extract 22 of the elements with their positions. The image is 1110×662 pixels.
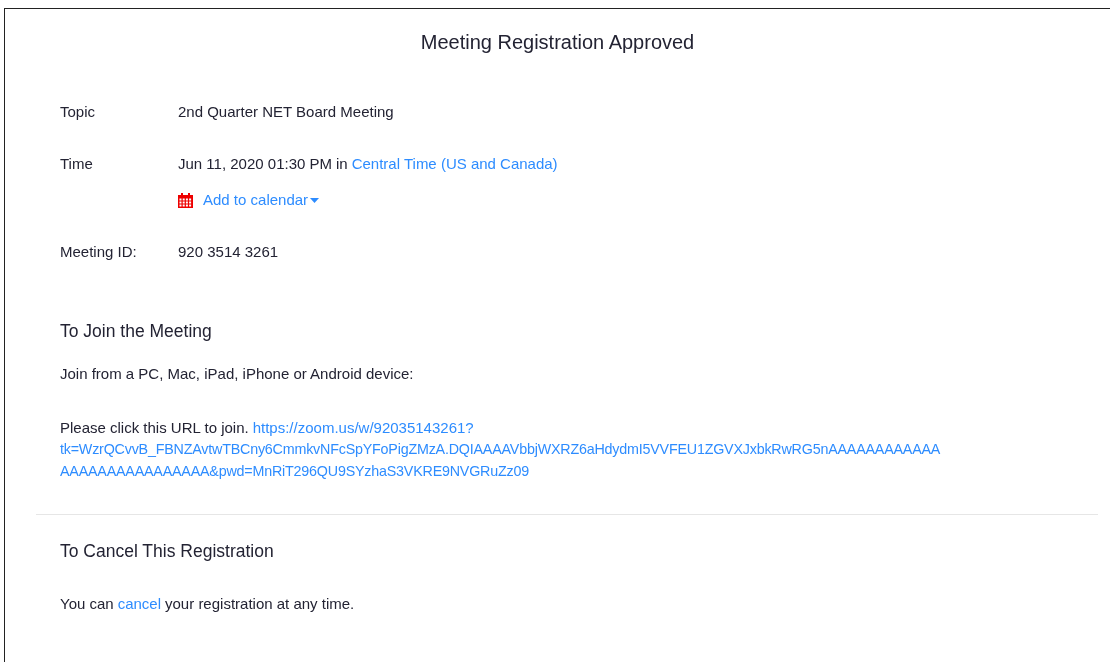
section-heading: To Cancel This Registration — [60, 540, 275, 563]
field-value: 2nd Quarter NET Board Meeting — [178, 102, 394, 122]
cancel-text: You can — [60, 594, 114, 614]
field-label: Meeting ID: — [60, 242, 138, 262]
caret-icon — [310, 197, 320, 203]
cancel-link[interactable]: cancel — [117, 593, 162, 615]
field-value: 920 3514 3261 — [178, 242, 279, 262]
instruction-text: Please click this URL to join. — [60, 418, 249, 438]
connector-text: in — [336, 154, 348, 174]
field-label: Time — [60, 154, 94, 174]
join-url-link[interactable]: tk=WzrQCvvB_FBNZAvtwTBCny6CmmkvNFcSpYFoPigZMzA.DQIAAAAVbbjWXRZ6aHdydmI5VVFEU1ZGVXJxbkRwRG5nAAAAAAAAAAAA — [60, 441, 941, 457]
timezone-link[interactable]: Central Time (US and Canada) — [351, 153, 558, 175]
add-to-calendar-dropdown[interactable]: Add to calendar — [203, 189, 320, 211]
calendar-icon — [178, 192, 193, 208]
field-label: Topic — [60, 102, 97, 122]
section-heading: To Join the Meeting — [60, 320, 213, 343]
page-title: Meeting Registration Approved — [419, 30, 696, 54]
field-value: Jun 11, 2020 01:30 PM — [178, 154, 332, 174]
cancel-text: your registration at any time. — [165, 594, 355, 614]
instruction-text: Join from a PC, Mac, iPad, iPhone or Android device: — [60, 364, 415, 384]
join-url-link[interactable]: https://zoom.us/w/92035143261? — [252, 417, 474, 438]
join-url-link[interactable]: AAAAAAAAAAAAAAAA&pwd=MnRiT296QU9SYzhaS3VKRE9NVGRuZz09 — [60, 463, 529, 479]
